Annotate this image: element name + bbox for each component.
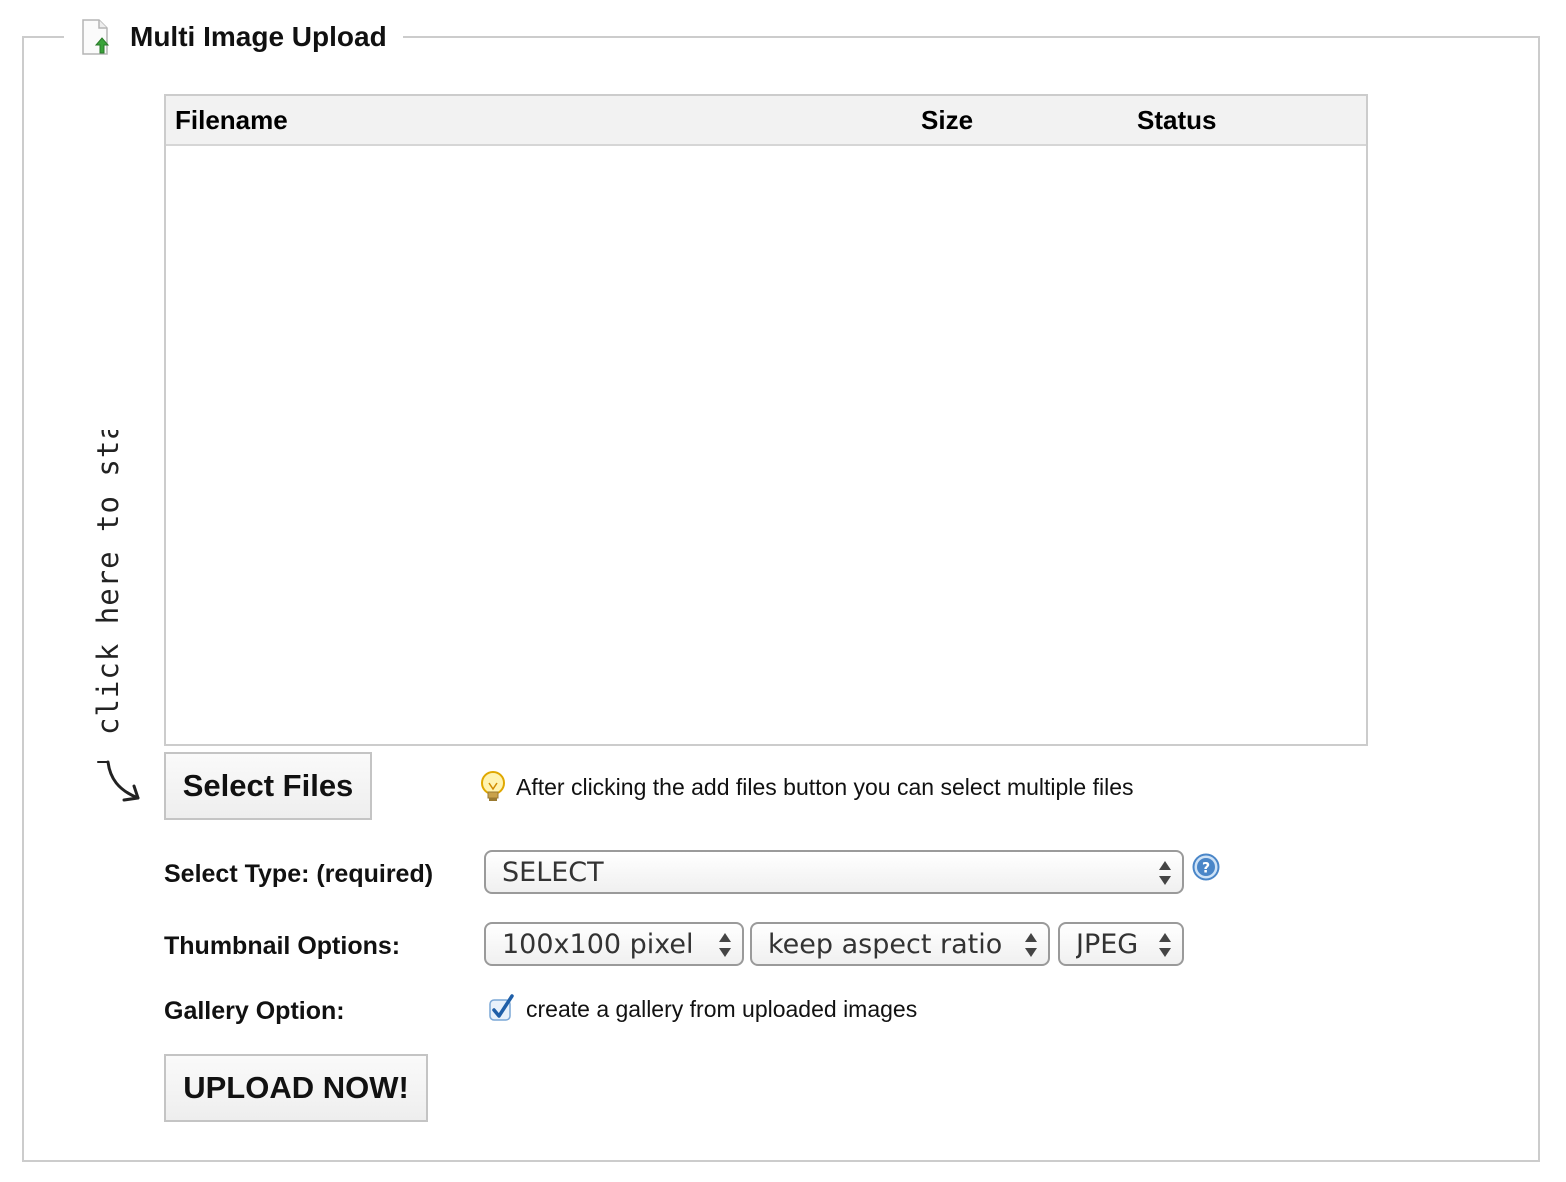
select-arrows-icon <box>1024 932 1038 958</box>
upload-now-button[interactable]: UPLOAD NOW! <box>164 1054 428 1122</box>
tip-text: After clicking the add files button you … <box>516 773 1134 800</box>
select-arrows-icon <box>718 932 732 958</box>
gallery-checkbox[interactable] <box>488 993 514 1022</box>
thumbnail-size-value: 100x100 pixel <box>502 928 694 960</box>
column-header-size: Size <box>921 105 974 135</box>
column-header-status: Status <box>1137 105 1217 135</box>
select-type-dropdown[interactable]: SELECT <box>484 850 1184 894</box>
click-here-hint: click here to start <box>78 384 148 820</box>
select-arrows-icon <box>1158 860 1172 886</box>
hint-text: click here to start <box>91 430 125 735</box>
multi-select-tip: After clicking the add files button you … <box>478 770 1134 804</box>
lightbulb-icon <box>478 770 508 804</box>
thumbnail-ratio-value: keep aspect ratio <box>768 928 1003 960</box>
upload-file-icon <box>80 19 110 55</box>
select-arrows-icon <box>1158 932 1172 958</box>
file-list-body[interactable] <box>166 144 1366 744</box>
thumbnail-ratio-dropdown[interactable]: keep aspect ratio <box>750 922 1050 966</box>
select-files-button[interactable]: Select Files <box>164 752 372 820</box>
file-list-header: Filename Size Status <box>166 96 1366 146</box>
select-type-label: Select Type: (required) <box>164 860 434 888</box>
svg-text:?: ? <box>1202 861 1210 877</box>
gallery-checkbox-label: create a gallery from uploaded images <box>526 996 918 1022</box>
thumbnail-format-dropdown[interactable]: JPEG <box>1058 922 1184 966</box>
thumbnail-size-dropdown[interactable]: 100x100 pixel <box>484 922 744 966</box>
gallery-option-label: Gallery Option: <box>164 997 345 1025</box>
panel-legend: Multi Image Upload <box>64 14 403 60</box>
file-list-table[interactable]: Filename Size Status <box>164 94 1368 746</box>
thumbnail-format-value: JPEG <box>1076 928 1139 960</box>
curved-arrow-icon <box>97 760 140 802</box>
panel-title: Multi Image Upload <box>130 21 387 52</box>
column-header-filename: Filename <box>175 105 288 135</box>
select-type-value: SELECT <box>502 856 604 888</box>
help-icon[interactable]: ? <box>1192 853 1220 881</box>
gallery-option[interactable]: create a gallery from uploaded images <box>488 993 918 1023</box>
thumbnail-options-label: Thumbnail Options: <box>164 932 401 960</box>
